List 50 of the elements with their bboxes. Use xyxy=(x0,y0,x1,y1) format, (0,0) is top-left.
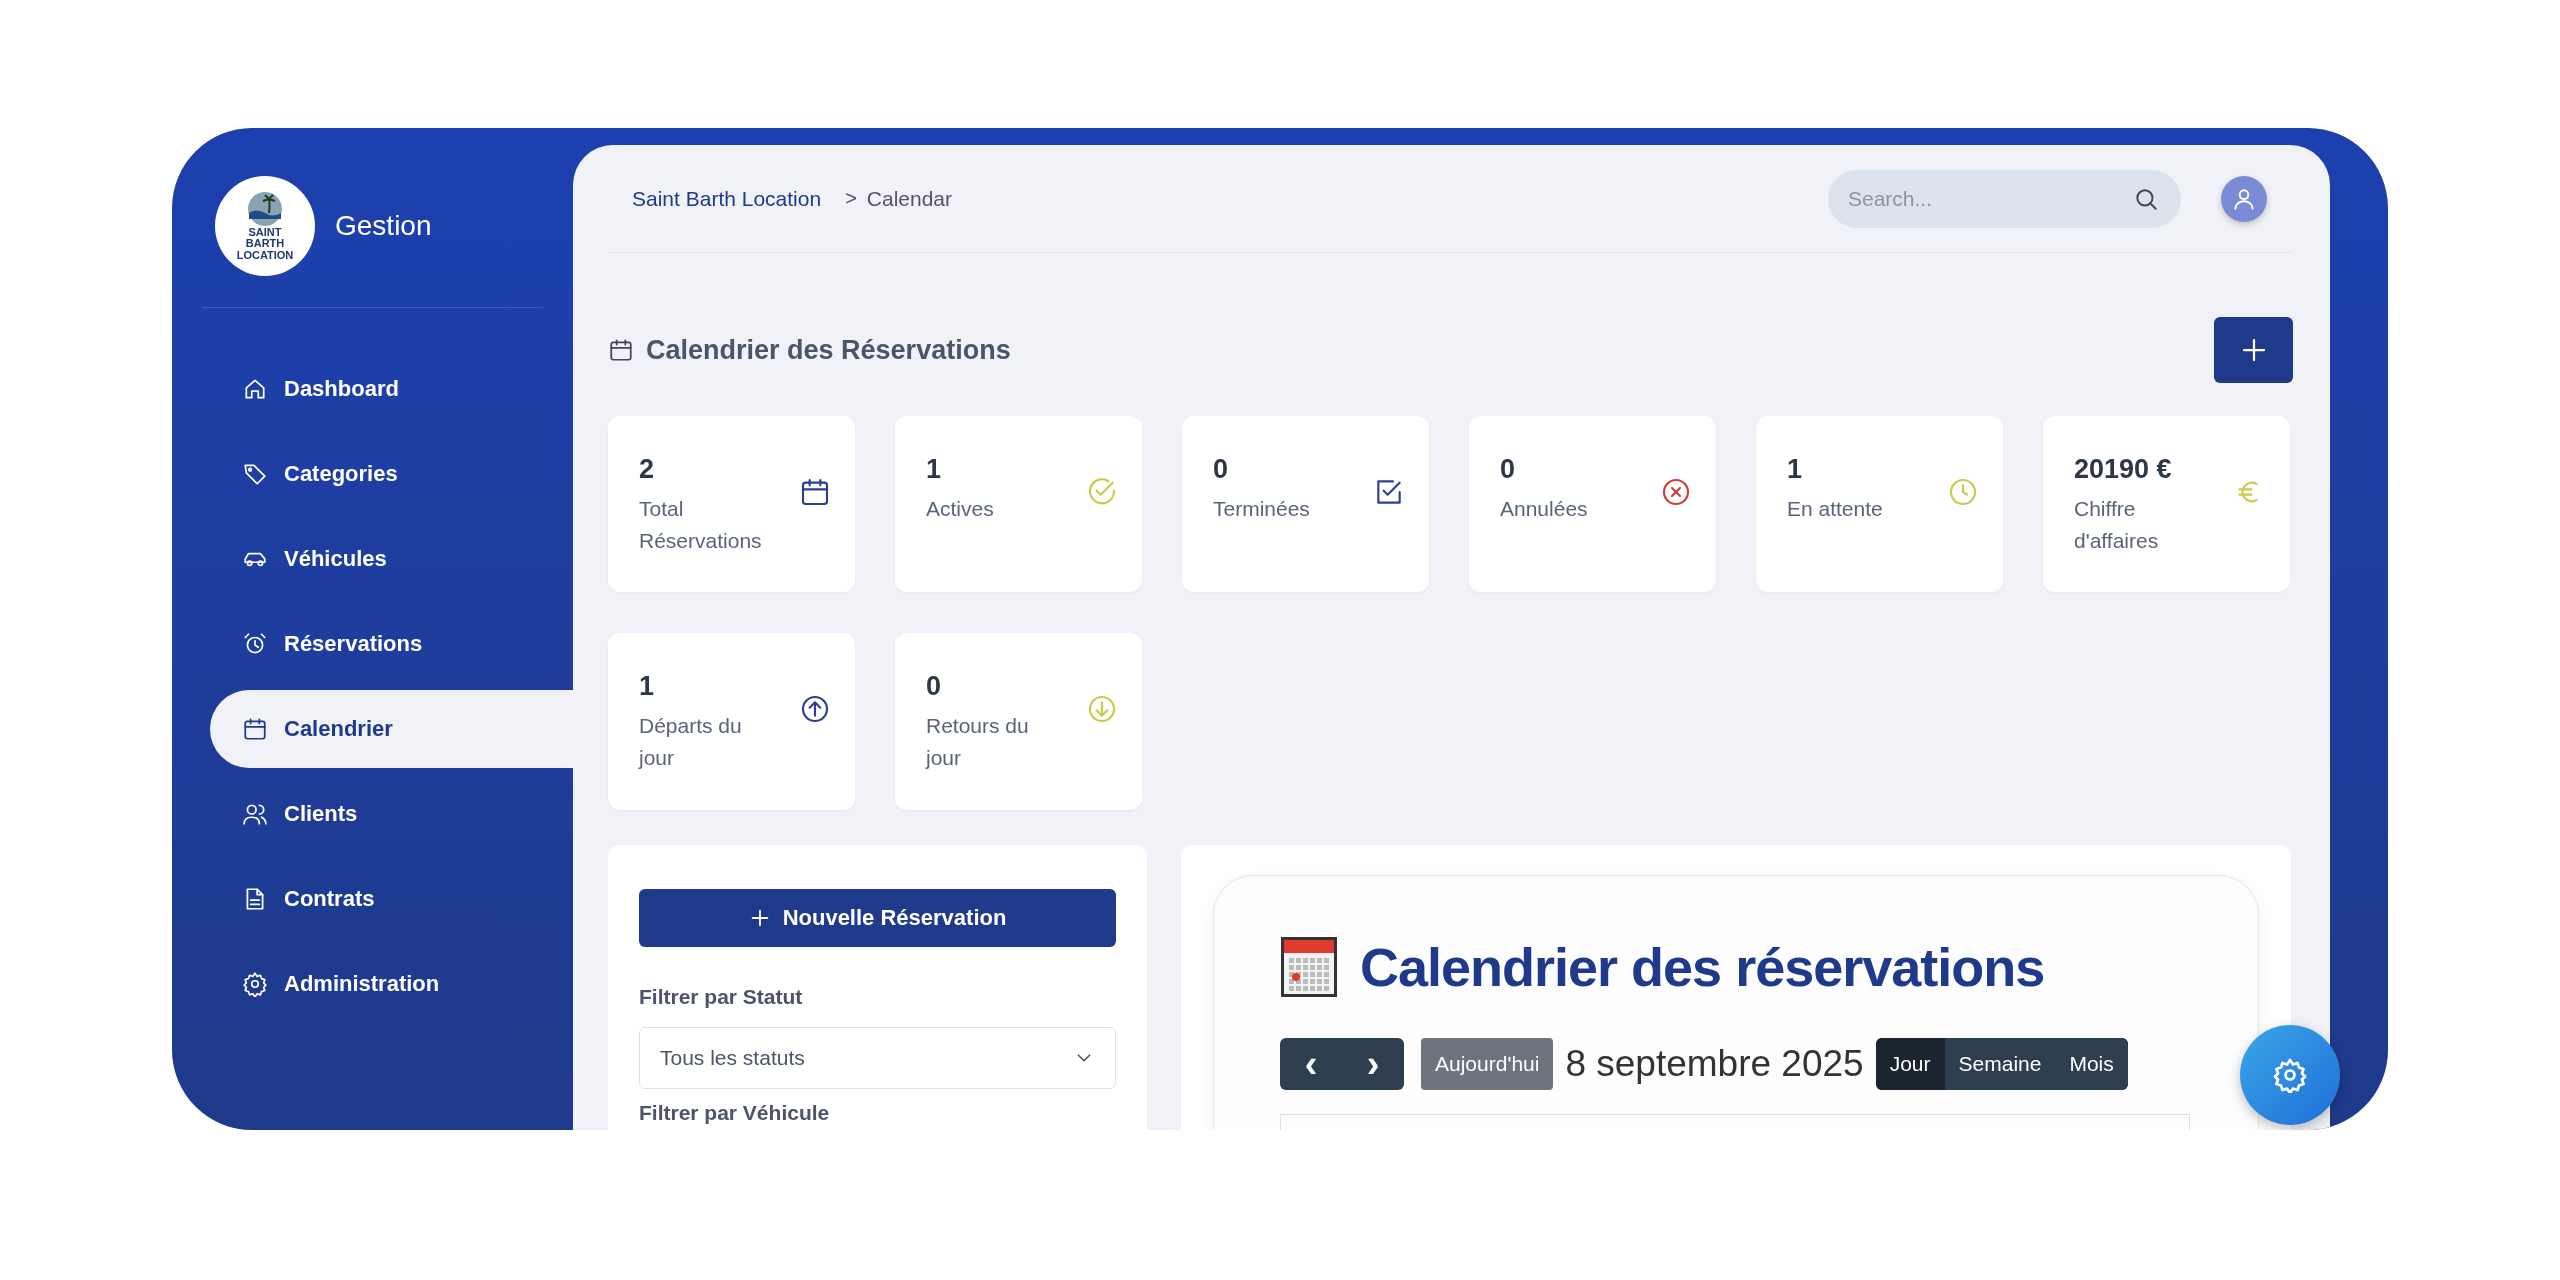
add-button[interactable] xyxy=(2214,317,2293,383)
avatar[interactable] xyxy=(2221,175,2267,222)
stat-value: 0 xyxy=(1213,454,1230,485)
stat-label: Total Réservations xyxy=(639,496,763,554)
page-title: Calendrier des Réservations xyxy=(646,334,1011,366)
view-button[interactable]: Jour xyxy=(1875,1038,1945,1090)
brand-title: Gestion xyxy=(335,210,432,242)
calendar-icon xyxy=(608,337,634,363)
calendar-date: 8 septembre 2025 xyxy=(1565,1043,1864,1085)
stat-label: Terminées xyxy=(1213,496,1311,522)
logo: SAINT BARTH LOCATION xyxy=(215,176,315,276)
users-icon xyxy=(242,801,268,827)
new-reservation-button[interactable]: Nouvelle Réservation xyxy=(639,889,1116,947)
tag-icon xyxy=(242,461,268,487)
stat-label: Actives xyxy=(926,496,995,522)
nav-item[interactable]: Contrats xyxy=(172,860,573,938)
nav-item[interactable]: Réservations xyxy=(172,605,573,683)
calendar-icon xyxy=(1280,936,1338,998)
stat-label: Retours du jour xyxy=(926,713,1030,771)
nav-item[interactable]: Dashboard xyxy=(172,350,573,428)
breadcrumb-current: Calendar xyxy=(866,186,953,211)
breadcrumb-separator: > xyxy=(845,187,857,210)
stat-value: 1 xyxy=(1787,454,1804,485)
nav-item[interactable]: Administration xyxy=(172,945,573,1023)
settings-icon xyxy=(242,971,268,997)
next-button[interactable]: › xyxy=(1342,1038,1404,1090)
filter-label: Filtrer par Statut xyxy=(639,985,804,1009)
stat-label: En attente xyxy=(1787,496,1884,522)
filter-label: Filtrer par Véhicule xyxy=(639,1101,831,1125)
today-button[interactable]: Aujourd'hui xyxy=(1421,1038,1554,1090)
settings-icon xyxy=(2272,1057,2308,1093)
stat-value: 1 xyxy=(926,454,943,485)
stat-label: Départs du jour xyxy=(639,713,743,771)
stat-value: 0 xyxy=(1500,454,1517,485)
stat-value: 20190 € xyxy=(2074,454,2173,485)
nav-item[interactable]: Calendrier xyxy=(210,690,573,768)
calendar-icon xyxy=(242,716,268,742)
search-field[interactable]: Search... xyxy=(1828,169,2181,228)
nav-item[interactable]: Clients xyxy=(172,775,573,853)
status-dropdown[interactable]: Tous les statuts xyxy=(639,1027,1116,1089)
stat-label: Chiffre d'affaires xyxy=(2074,496,2160,554)
stat-value: 0 xyxy=(926,671,943,702)
stat-value: 2 xyxy=(639,454,656,485)
breadcrumb-link[interactable]: Saint Barth Location xyxy=(632,186,822,211)
stat-value: 1 xyxy=(639,671,656,702)
previous-button[interactable]: ‹ xyxy=(1280,1038,1342,1090)
nav-item[interactable]: Categories xyxy=(172,435,573,513)
nav-item[interactable]: Véhicules xyxy=(172,520,573,598)
stat-label: Annulées xyxy=(1500,496,1589,522)
calendar-title: Calendrier des réservations xyxy=(1360,936,2045,998)
